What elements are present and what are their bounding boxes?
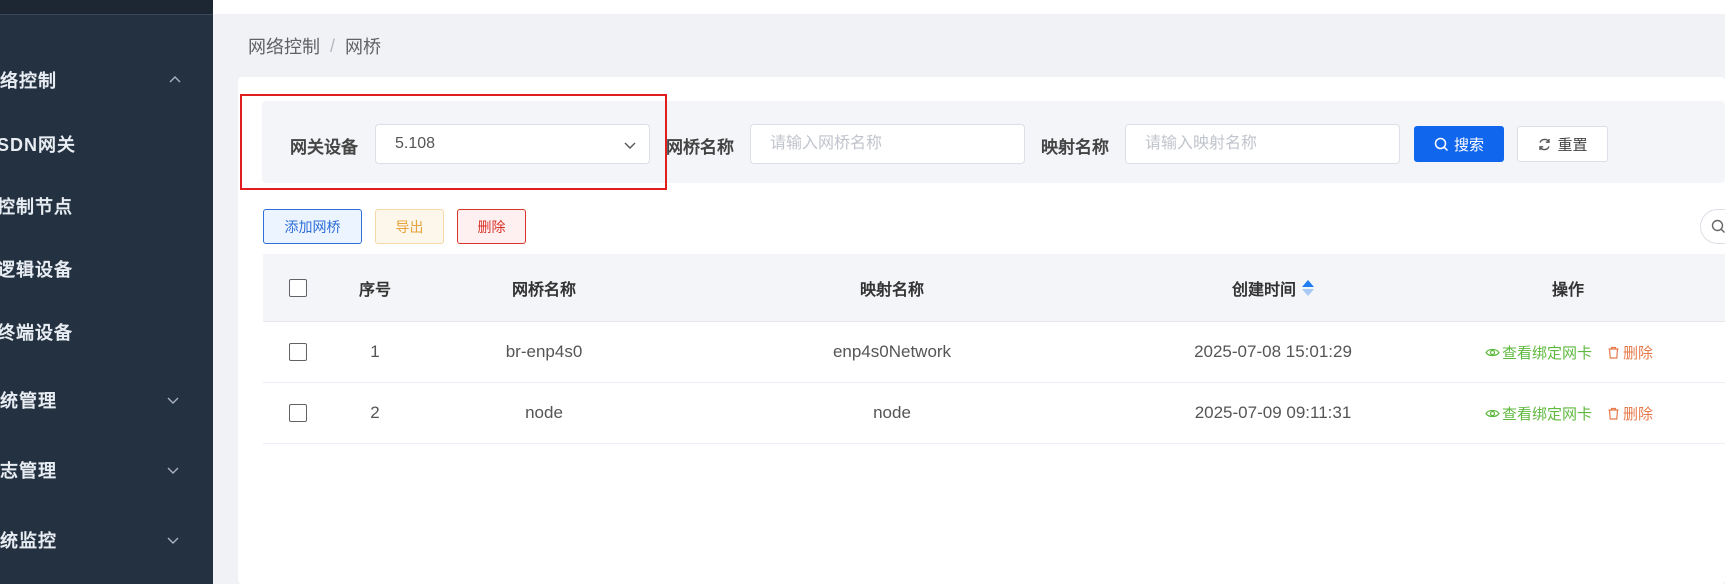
sidebar-item-terminal-device[interactable]: 终端设备 — [0, 312, 213, 352]
row-operations: 查看绑定网卡 删除 — [1433, 383, 1725, 443]
gateway-select[interactable]: 5.108 — [375, 124, 650, 164]
column-header-index: 序号 — [358, 281, 391, 299]
sidebar-item-label: 统监控 — [0, 531, 57, 551]
sidebar-item-label: 逻辑设备 — [0, 260, 73, 280]
sidebar-item-sdn-gateway[interactable]: SDN网关 — [0, 124, 213, 164]
top-bar — [213, 0, 1725, 14]
sidebar-item-logic-device[interactable]: 逻辑设备 — [0, 249, 213, 289]
column-header-created-time-label: 创建时间 — [1231, 281, 1296, 299]
eye-icon — [1485, 409, 1500, 417]
view-bound-nic-link[interactable]: 查看绑定网卡 — [1485, 403, 1592, 424]
view-bound-nic-label: 查看绑定网卡 — [1502, 344, 1593, 362]
view-bound-nic-label: 查看绑定网卡 — [1502, 405, 1593, 423]
search-button[interactable]: 搜索 — [1414, 126, 1504, 162]
trash-icon — [1608, 407, 1619, 420]
row-delete-label: 删除 — [1623, 405, 1654, 423]
sidebar-item-network-control[interactable]: 络控制 — [0, 60, 213, 100]
search-icon — [1711, 219, 1725, 233]
breadcrumb-separator: / — [330, 35, 336, 56]
sidebar-item-label: 控制节点 — [0, 197, 73, 217]
row-created-time: 2025-07-08 15:01:29 — [1194, 342, 1352, 361]
row-delete-link[interactable]: 删除 — [1606, 342, 1653, 363]
table-row: 1 br-enp4s0 enp4s0Network 2025-07-08 15:… — [263, 322, 1725, 383]
sort-icon[interactable] — [1302, 279, 1314, 296]
sidebar-item-label: 络控制 — [0, 71, 57, 91]
gateway-select-value: 5.108 — [395, 135, 436, 152]
row-operations: 查看绑定网卡 删除 — [1433, 322, 1725, 382]
row-delete-link[interactable]: 删除 — [1606, 403, 1653, 424]
export-button[interactable]: 导出 — [375, 209, 444, 244]
sidebar-item-log-management[interactable]: 志管理 — [0, 450, 213, 490]
select-all-checkbox[interactable] — [289, 278, 307, 297]
row-created-time: 2025-07-09 09:11:31 — [1194, 403, 1352, 422]
row-select-cell — [263, 322, 333, 382]
add-bridge-button[interactable]: 添加网桥 — [263, 209, 362, 244]
sidebar-item-label: 志管理 — [0, 461, 57, 481]
bridge-name-input[interactable] — [750, 124, 1025, 164]
sidebar-item-system-management[interactable]: 统管理 — [0, 380, 213, 420]
row-mapping-name: enp4s0Network — [832, 342, 952, 361]
breadcrumb-parent[interactable]: 网络控制 — [248, 33, 320, 59]
eye-icon — [1485, 348, 1500, 356]
table-row: 2 node node 2025-07-09 09:11:31 查看绑定网卡 删… — [263, 383, 1725, 444]
sidebar-item-label: 终端设备 — [0, 323, 73, 343]
mapping-name-label: 映射名称 — [1041, 138, 1109, 157]
mapping-name-input[interactable] — [1125, 124, 1400, 164]
gateway-label: 网关设备 — [290, 138, 358, 157]
sidebar-item-system-monitor[interactable]: 统监控 — [0, 520, 213, 560]
reset-button-label: 重置 — [1557, 136, 1588, 154]
breadcrumb-current: 网桥 — [345, 37, 382, 57]
view-bound-nic-link[interactable]: 查看绑定网卡 — [1485, 342, 1592, 363]
row-checkbox[interactable] — [289, 404, 307, 422]
row-mapping-name: node — [873, 403, 911, 422]
bridge-name-label: 网桥名称 — [666, 138, 734, 157]
sidebar-header — [0, 0, 213, 15]
breadcrumb: 网络控制 / 网桥 — [248, 33, 381, 59]
chevron-down-icon — [166, 463, 180, 477]
chevron-down-icon — [623, 138, 637, 152]
column-header-created-time[interactable]: 创建时间 — [1113, 254, 1433, 321]
chevron-down-icon — [166, 393, 180, 407]
row-bridge-name: br-enp4s0 — [505, 342, 583, 361]
refresh-icon — [1537, 137, 1552, 152]
column-header-operations: 操作 — [1551, 281, 1584, 299]
trash-icon — [1608, 346, 1619, 359]
sidebar-item-control-node[interactable]: 控制节点 — [0, 186, 213, 226]
delete-button[interactable]: 删除 — [457, 209, 526, 244]
column-header-bridge-name: 网桥名称 — [511, 281, 576, 299]
sidebar: 络控制 SDN网关 控制节点 逻辑设备 终端设备 统管理 志管理 统监控 — [0, 0, 213, 584]
sidebar-item-label: 统管理 — [0, 391, 57, 411]
row-select-cell — [263, 383, 333, 443]
search-button-label: 搜索 — [1453, 136, 1484, 154]
column-header-mapping-name: 映射名称 — [859, 281, 924, 299]
row-index: 1 — [370, 342, 380, 361]
search-icon — [1434, 137, 1449, 152]
row-delete-label: 删除 — [1623, 344, 1654, 362]
reset-button[interactable]: 重置 — [1517, 126, 1608, 162]
chevron-down-icon — [166, 533, 180, 547]
sidebar-item-label: SDN网关 — [0, 135, 77, 155]
row-checkbox[interactable] — [289, 343, 307, 361]
select-all-cell — [263, 254, 333, 321]
row-index: 2 — [370, 403, 380, 422]
table-header: 序号 网桥名称 映射名称 创建时间 操作 — [263, 254, 1725, 322]
chevron-up-icon — [168, 73, 182, 87]
row-bridge-name: node — [525, 403, 563, 422]
